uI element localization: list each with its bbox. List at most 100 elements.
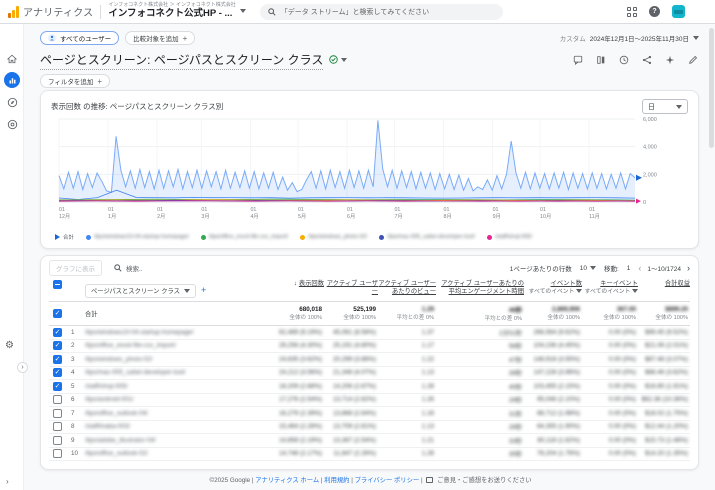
person-icon: [48, 34, 56, 42]
legend-item[interactable]: /tips/office_excel-file-csv_import/: [200, 234, 288, 240]
footer-feedback-link[interactable]: ご意見・ご感想をお送りください: [437, 477, 531, 484]
column-header[interactable]: アクティブ ユーザーあたりの平均エンゲージメント時間: [436, 280, 524, 296]
column-header[interactable]: ↓ 表示回数: [274, 280, 324, 288]
analytics-logo-text: アナリティクス: [23, 8, 94, 19]
table-search-placeholder: 検索..: [126, 266, 143, 273]
row-metric-cell: $14.20 (1.35%): [644, 450, 688, 458]
row-metric-cell: 1.37: [421, 328, 434, 336]
nav-expand-chevron[interactable]: ›: [17, 362, 28, 373]
account-property-picker[interactable]: インフォコネクト株式会社 ＞ インフォコネクト株式会社 インフォコネクト公式HP…: [108, 2, 246, 20]
column-header[interactable]: キーイベント すべてのイベント: [582, 280, 638, 296]
legend-item[interactable]: /tips/windows_photo-02/: [300, 234, 367, 240]
comment-icon[interactable]: [572, 54, 584, 66]
totals-checkbox[interactable]: [53, 309, 62, 318]
nav-advertising-icon[interactable]: [4, 116, 20, 132]
svg-text:01: 01: [444, 207, 450, 213]
scrollbar-thumb[interactable]: [709, 28, 714, 148]
row-checkbox[interactable]: [53, 341, 62, 351]
column-header[interactable]: アクティブ ユーザー: [324, 280, 378, 296]
column-header[interactable]: アクティブ ユーザーあたりのビュー: [378, 280, 436, 296]
row-metric-cell: 62,489 (9.19%): [278, 328, 322, 336]
rows-per-page-select[interactable]: 10: [580, 265, 596, 272]
row-checkbox[interactable]: [53, 422, 62, 432]
row-page-path: /staff/inaba-003/: [85, 423, 131, 431]
avatar[interactable]: [672, 5, 685, 18]
granularity-select[interactable]: 日: [642, 99, 688, 114]
global-search-input[interactable]: 「データ ストリーム」と検索してみてください: [259, 3, 503, 20]
dimension-header: ページパスとスクリーン クラス +: [85, 280, 274, 298]
segment-chip-all-users[interactable]: すべてのユーザー: [40, 31, 120, 45]
column-header[interactable]: イベント数 すべてのイベント: [524, 280, 582, 296]
vertical-scrollbar[interactable]: [709, 26, 714, 486]
footer-link-privacy[interactable]: プライバシー ポリシー: [355, 477, 420, 484]
analytics-logo[interactable]: アナリティクス: [8, 4, 93, 19]
row-checkbox[interactable]: [53, 354, 62, 364]
bottom-expand-chevron[interactable]: ›: [6, 477, 9, 486]
row-checkbox[interactable]: [53, 368, 62, 378]
row-metric-cell: 0.00 (0%): [608, 355, 636, 363]
add-filter-chip[interactable]: フィルタを追加 +: [40, 74, 111, 88]
footer-link-analytics-home[interactable]: アナリティクス ホーム: [255, 477, 319, 484]
select-all-checkbox[interactable]: [53, 280, 62, 289]
row-checkbox[interactable]: [53, 449, 62, 459]
nav-explore-icon[interactable]: [4, 94, 20, 110]
header-divider: [100, 4, 102, 19]
apps-grid-icon[interactable]: [627, 6, 637, 17]
column-header[interactable]: 合計収益: [638, 280, 690, 288]
page-title[interactable]: ページとスクリーン: ページパスとスクリーン クラス: [40, 51, 324, 70]
row-metric-cell: 31秒: [508, 410, 522, 418]
row-metric-cell: 14,748 (2.17%): [278, 450, 322, 458]
row-checkbox[interactable]: [53, 435, 62, 445]
compare-reports-icon[interactable]: [595, 54, 607, 66]
svg-text:12月: 12月: [59, 213, 70, 220]
row-metric-cell: $87.48 (3.07%): [644, 355, 688, 363]
row-checkbox[interactable]: [53, 408, 62, 418]
ga4-app: アナリティクス インフォコネクト株式会社 ＞ インフォコネクト株式会社 インフォ…: [0, 0, 715, 490]
legend-item[interactable]: /tips/mac-005_safari-developer-tool/: [379, 234, 475, 240]
row-metric-cell: 20,299 (3.86%): [332, 355, 376, 363]
segment-chip-label: すべてのユーザー: [60, 36, 112, 43]
legend-item-total[interactable]: 合計: [55, 233, 74, 241]
legend-dot-icon: [486, 234, 492, 240]
next-page-button[interactable]: ›: [687, 263, 690, 273]
date-range-picker[interactable]: カスタム 2024年12月1日～2025年11月30日: [560, 33, 699, 43]
svg-text:01: 01: [540, 207, 546, 213]
row-metric-cell: 29,256 (4.30%): [278, 342, 322, 350]
row-checkbox[interactable]: [53, 327, 62, 337]
add-comparison-chip[interactable]: 比較対象を追加 +: [125, 31, 196, 45]
metric-filter-select[interactable]: すべてのイベント: [524, 288, 582, 296]
help-icon[interactable]: ?: [649, 6, 660, 17]
global-search-placeholder: 「データ ストリーム」と検索してみてください: [280, 8, 430, 16]
row-checkbox[interactable]: [53, 381, 62, 391]
add-dimension-button[interactable]: +: [201, 285, 206, 295]
admin-gear-icon[interactable]: ⚙: [5, 340, 14, 351]
svg-text:01: 01: [201, 207, 207, 213]
footer-link-terms[interactable]: 利用規約: [324, 477, 349, 484]
edit-pencil-icon[interactable]: [687, 54, 699, 66]
svg-text:8月: 8月: [444, 213, 452, 220]
report-title-chevron-icon[interactable]: [341, 58, 348, 62]
row-checkbox[interactable]: [53, 395, 62, 405]
svg-text:01: 01: [347, 207, 353, 213]
metric-filter-select[interactable]: すべてのイベント: [582, 288, 638, 296]
prev-page-button[interactable]: ‹: [638, 263, 641, 273]
table-search-input[interactable]: 検索..: [114, 263, 143, 273]
nav-reports-icon[interactable]: [4, 72, 20, 88]
nav-home-icon[interactable]: [4, 51, 20, 67]
dimension-select[interactable]: ページパスとスクリーン クラス: [85, 283, 196, 298]
sampling-status-icon[interactable]: [618, 54, 630, 66]
timeseries-chart[interactable]: 0 2,000 4,000 6,000 01 12月 01 1月 01 2月 01 3月 01 4月 01 5…: [51, 114, 688, 231]
totals-cell: 367.00 全体の 100%: [603, 306, 636, 321]
share-icon[interactable]: [641, 54, 653, 66]
insights-sparkle-icon[interactable]: [664, 54, 676, 66]
plot-rows-button[interactable]: グラフに表示: [49, 260, 102, 276]
data-quality-icon[interactable]: [329, 51, 339, 69]
legend-item[interactable]: /staff/shoji-005/: [486, 234, 532, 240]
row-metric-cell: 17,276 (2.54%): [278, 396, 322, 404]
svg-text:01: 01: [59, 207, 65, 213]
row-metric-cell: 1.13: [421, 369, 434, 377]
top-app-bar: アナリティクス インフォコネクト株式会社 ＞ インフォコネクト株式会社 インフォ…: [0, 0, 715, 24]
legend-item[interactable]: /tips/windows10-04-startup-homepage/: [86, 234, 189, 240]
goto-page-input[interactable]: 1: [627, 265, 631, 272]
table-controls: グラフに表示 検索.. 1ページあたりの行数 10 移動: 1 ‹ 1～10/1…: [49, 260, 690, 276]
